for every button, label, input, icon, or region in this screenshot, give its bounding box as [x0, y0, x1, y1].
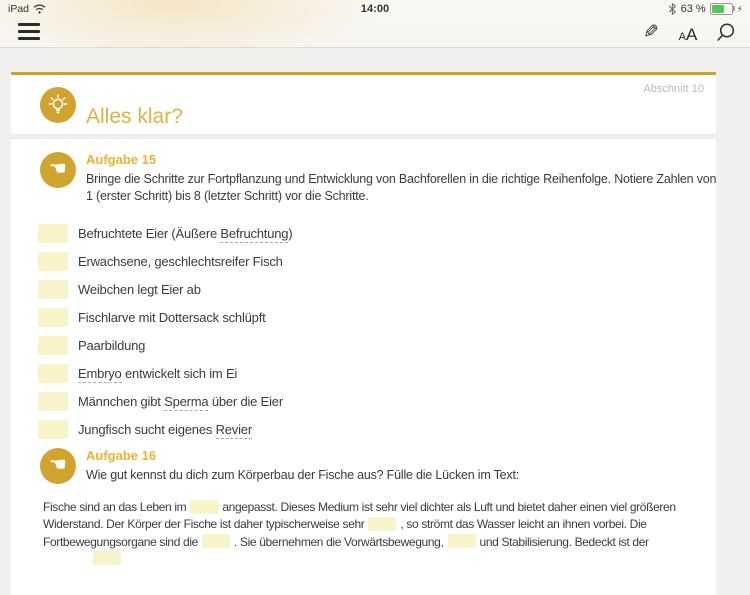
- glossary-term[interactable]: Sperma: [164, 394, 209, 411]
- hamburger-menu-button[interactable]: [18, 23, 40, 40]
- task-16-instruction: Wie gut kennst du dich zum Körperbau der…: [86, 468, 520, 482]
- battery-icon: [709, 3, 736, 15]
- order-item-label: Jungfisch sucht eigenes Revier: [78, 420, 252, 439]
- pencil-icon: ✎: [643, 22, 659, 43]
- order-item-text: Erwachsene, geschlechtsreifer Fisch: [78, 254, 283, 269]
- order-list-item: Paarbildung: [38, 336, 716, 355]
- cloze-blank[interactable]: [201, 534, 230, 549]
- order-list-item: Embryo entwickelt sich im Ei: [38, 364, 716, 383]
- cloze-text: und Stabilisierung. Bedeckt ist der: [479, 534, 650, 549]
- order-item-label: Paarbildung: [78, 336, 145, 355]
- task-16-badge: ☚: [40, 448, 76, 484]
- answer-box[interactable]: [38, 252, 68, 271]
- order-list-item: Männchen gibt Sperma über die Eier: [38, 392, 716, 411]
- task-16-header: ☚ Aufgabe 16 Wie gut kennst du dich zum …: [38, 448, 716, 484]
- section-badge: Abschnitt 10: [643, 83, 704, 95]
- task-15-label: Aufgabe 15: [86, 152, 157, 167]
- order-item-label: Fischlarve mit Dottersack schlüpft: [78, 308, 266, 327]
- task-16-label: Aufgabe 16: [86, 448, 157, 463]
- order-list-item: Erwachsene, geschlechtsreifer Fisch: [38, 252, 716, 271]
- order-item-text: Befruchtete Eier (Äußere: [78, 226, 221, 241]
- cloze-blank[interactable]: [190, 499, 219, 514]
- answer-box[interactable]: [38, 364, 68, 383]
- cloze-blank[interactable]: [447, 534, 476, 549]
- order-list-item: Weibchen legt Eier ab: [38, 280, 716, 299]
- cloze-text: Widerstand. Der Körper der Fische ist da…: [43, 517, 365, 532]
- cloze-blank[interactable]: [93, 551, 121, 566]
- answer-box[interactable]: [38, 336, 68, 355]
- order-list-item: Jungfisch sucht eigenes Revier: [38, 420, 716, 439]
- glossary-term[interactable]: Embryo: [78, 366, 122, 383]
- order-list: Befruchtete Eier (Äußere Befruchtung) Erw…: [38, 224, 716, 439]
- card-body: ☚ Aufgabe 15 Bringe die Schritte zur For…: [11, 139, 716, 568]
- order-list-item: Fischlarve mit Dottersack schlüpft: [38, 308, 716, 327]
- search-icon: [716, 22, 734, 41]
- answer-box[interactable]: [38, 420, 68, 439]
- order-item-text: Weibchen legt Eier ab: [78, 282, 201, 297]
- order-item-text: Paarbildung: [78, 338, 146, 353]
- order-item-label: Männchen gibt Sperma über die Eier: [78, 392, 283, 411]
- pointing-hand-icon: ☚: [49, 158, 67, 180]
- cloze-text: angepasst. Dieses Medium ist sehr viel d…: [222, 500, 676, 514]
- order-item-label: Erwachsene, geschlechtsreifer Fisch: [78, 252, 283, 271]
- pointing-hand-icon: ☚: [49, 454, 67, 476]
- text-size-button[interactable]: AA: [677, 20, 699, 44]
- annotate-button[interactable]: ✎: [640, 20, 662, 44]
- cloze-paragraph: Fische sind an das Leben im angepasst. Di…: [43, 499, 719, 568]
- answer-box[interactable]: [38, 308, 68, 327]
- order-item-text: entwickelt sich im Ei: [121, 366, 238, 381]
- answer-box[interactable]: [38, 224, 68, 243]
- text-size-small-letter: A: [678, 31, 686, 43]
- answer-box[interactable]: [38, 280, 68, 299]
- lightbulb-badge: [40, 87, 76, 123]
- status-bar: iPad 14:00 63 % ⚡: [0, 0, 750, 20]
- cloze-text: Fortbewegungsorgane sind die: [43, 534, 198, 549]
- search-button[interactable]: [714, 20, 736, 44]
- answer-box[interactable]: [38, 392, 68, 411]
- order-item-label: Weibchen legt Eier ab: [78, 280, 201, 299]
- order-item-text: über die Eier: [208, 394, 283, 409]
- task-15-instruction: Bringe die Schritte zur Fortpflanzung un…: [86, 172, 717, 203]
- order-item-text: Fischlarve mit Dottersack schlüpft: [78, 310, 266, 325]
- cloze-text: , so strömt das Wasser leicht an ihnen v…: [400, 517, 647, 532]
- order-list-item: Befruchtete Eier (Äußere Befruchtung): [38, 224, 716, 243]
- task-15-badge: ☚: [40, 152, 76, 188]
- glossary-term[interactable]: Revier: [215, 422, 252, 439]
- cloze-text: Fische sind an das Leben im: [43, 500, 187, 514]
- order-item-text: ): [288, 226, 293, 241]
- cloze-blank[interactable]: [368, 516, 397, 531]
- card-header: Alles klar? Abschnitt 10: [11, 75, 716, 134]
- text-size-large-letter: A: [686, 25, 698, 44]
- order-item-text: Jungfisch sucht eigenes: [78, 422, 216, 437]
- page-title: Alles klar?: [86, 105, 183, 129]
- battery-percent-label: 63 %: [680, 3, 706, 15]
- app-toolbar: iPad 14:00 63 % ⚡ ✎ AA: [0, 0, 750, 48]
- clock-label: 14:00: [360, 3, 390, 15]
- lightbulb-icon: [48, 94, 68, 114]
- cloze-text: . Sie übernehmen die Vorwärtsbewegung,: [233, 534, 444, 549]
- screen: { "status_bar": { "device": "iPad", "tim…: [0, 0, 750, 595]
- glossary-term[interactable]: Befruchtung: [220, 226, 289, 243]
- order-item-text: Männchen gibt: [78, 394, 165, 409]
- order-item-label: Embryo entwickelt sich im Ei: [78, 364, 237, 383]
- bluetooth-icon: [668, 3, 676, 15]
- charging-bolt-icon: ⚡: [736, 3, 743, 14]
- order-item-label: Befruchtete Eier (Äußere Befruchtung): [78, 224, 293, 243]
- task-15-header: ☚ Aufgabe 15 Bringe die Schritte zur For…: [38, 152, 716, 205]
- content-card: Alles klar? Abschnitt 10 ☚ Aufgabe 15 Br…: [11, 72, 716, 595]
